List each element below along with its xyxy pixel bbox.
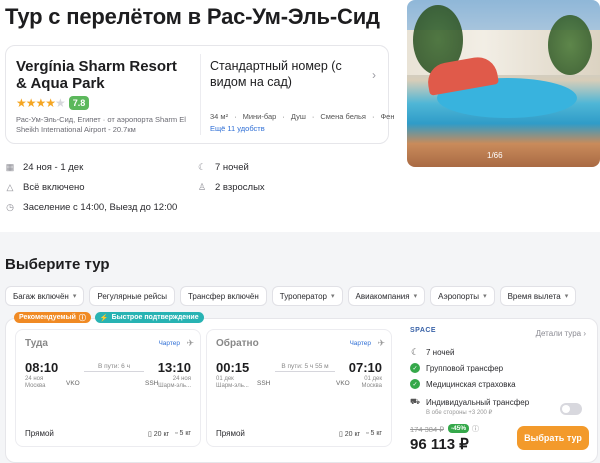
chevron-down-icon: ▾ [564,293,569,300]
plane-icon: ✈ [186,338,194,348]
flight-duration: В пути: 6 ч [84,363,144,372]
bag-icon: ▫ 5 кг [366,430,382,437]
insurance-item: ✓ Медицинская страховка [410,379,516,389]
arrival-airport: SSH [145,380,159,387]
chevron-down-icon: ▾ [331,293,335,300]
charter-label: Чартер [349,340,371,347]
bag-icon: ▫ 5 кг [175,430,191,437]
filter-operator[interactable]: Туроператор ▾ [271,286,343,306]
nights-fact: ☾ 7 ночей [197,162,249,173]
flight-type: Прямой [216,429,245,438]
meal-fact: △ Всё включено [6,182,85,193]
check-icon: ✓ [410,363,420,373]
page-title: Тур с перелётом в Рас-Ум-Эль-Сид [5,4,380,29]
meal-icon: △ [6,182,14,192]
person-icon: ♙ [197,182,207,192]
recommended-badge: Рекомендуемый ⓘ [14,312,91,323]
moon-icon: ☾ [410,347,420,357]
amenity: Мини-бар [242,112,277,121]
guests-fact: ♙ 2 взрослых [197,182,265,193]
select-tour-button[interactable]: Выбрать тур [517,426,589,450]
arrival-airport: VKO [336,380,350,387]
charter-label: Чартер [158,340,180,347]
baggage-info: ▯ 20 кг ▫ 5 кг [148,430,191,438]
arrival-time: 07:10 [348,360,382,375]
amenity: Фен [380,112,395,121]
baggage-info: ▯ 20 кг ▫ 5 кг [339,430,382,438]
price: 96 113 ₽ [410,436,469,453]
suitcase-icon: ▯ 20 кг [338,431,361,438]
hotel-card[interactable]: Vergínia Sharm Resort & Aqua Park ★★★★★ … [5,45,394,144]
calendar-icon: ▦ [5,162,15,172]
dates-fact: ▦ 24 ноя - 1 дек [5,162,84,173]
departure-airport: VKO [66,380,80,387]
individual-transfer-price: В обе стороны +3 200 ₽ [426,410,493,416]
return-flight[interactable]: Обратно Чартер ✈ 00:15 В пути: 5 ч 55 м … [206,329,392,447]
hotel-name[interactable]: Vergínia Sharm Resort & Aqua Park [16,58,186,92]
moon-icon: ☾ [197,162,207,172]
flight-duration: В пути: 5 ч 55 м [275,363,335,372]
chevron-down-icon: ▾ [72,293,77,300]
departure-time: 08:10 [25,360,59,375]
photo-counter: 1/66 [487,151,503,160]
car-icon: ⛟ [410,397,421,406]
info-icon: ⓘ [78,314,86,322]
hotel-photo[interactable] [407,0,600,167]
amenity: 34 м² [210,112,229,121]
info-icon[interactable]: ⓘ [472,424,479,434]
room-type[interactable]: Стандартный номер (с видом на сад) [210,58,365,90]
suitcase-icon: ▯ 20 кг [147,431,170,438]
more-amenities-link[interactable]: Ещё 11 удобств [210,124,265,133]
hotel-location: Рас-Ум-Эль-Сид, Египет · от аэропорта Sh… [16,115,186,134]
amenity: Смена белья [320,112,366,121]
departure-time: 00:15 [216,360,250,375]
checkin-fact: ◷ Заселение с 14:00, Выезд до 12:00 [6,202,178,213]
individual-transfer-toggle[interactable] [560,403,582,415]
check-icon: ✓ [410,379,420,389]
outbound-flight[interactable]: Туда Чартер ✈ 08:10 В пути: 6 ч 13:10 24… [15,329,201,447]
group-transfer-item: ✓ Групповой трансфер [410,363,503,373]
operator-logo: SPACE [410,327,437,334]
clock-icon: ◷ [6,202,14,212]
tour-card: Туда Чартер ✈ 08:10 В пути: 6 ч 13:10 24… [5,318,598,463]
plane-icon: ✈ [377,338,385,348]
old-price: 174 384 ₽ [410,425,444,434]
star-rating-icon: ★★★★★ [16,96,66,110]
arrival-time: 13:10 [157,360,191,375]
flight-type: Прямой [25,429,54,438]
filter-departure-time[interactable]: Время вылета ▾ [499,286,577,306]
filter-transfer[interactable]: Трансфер включён [179,286,267,306]
filter-bar: Багаж включён ▾ Регулярные рейсы Трансфер… [5,286,577,306]
lightning-icon: ⚡ [99,314,109,322]
fast-confirmation-badge: ⚡ Быстрое подтверждение [94,312,204,323]
filter-airline[interactable]: Авиакомпания ▾ [347,286,426,306]
rating-badge: 7.8 [68,96,90,110]
discount-badge: -45% [448,424,470,433]
amenity: Душ [290,112,306,121]
amenities-list: 34 м² · Мини-бар · Душ · Смена белья · Фен [210,112,395,121]
section-title: Выберите тур [5,256,110,273]
chevron-right-icon[interactable]: › [372,68,376,82]
divider [200,54,201,135]
filter-regular-flights[interactable]: Регулярные рейсы [89,286,175,306]
nights-item: ☾ 7 ночей [410,347,455,357]
filter-baggage[interactable]: Багаж включён ▾ [5,286,85,306]
filter-airports[interactable]: Аэропорты ▾ [430,286,495,306]
tour-badges: Рекомендуемый ⓘ ⚡ Быстрое подтверждение [14,312,204,323]
chevron-down-icon: ▾ [483,293,487,300]
tour-details-link[interactable]: Детали тура › [536,329,586,338]
chevron-down-icon: ▾ [413,293,418,300]
individual-transfer-item: ⛟ Индивидуальный трансфер [410,397,530,407]
departure-airport: SSH [257,380,271,387]
